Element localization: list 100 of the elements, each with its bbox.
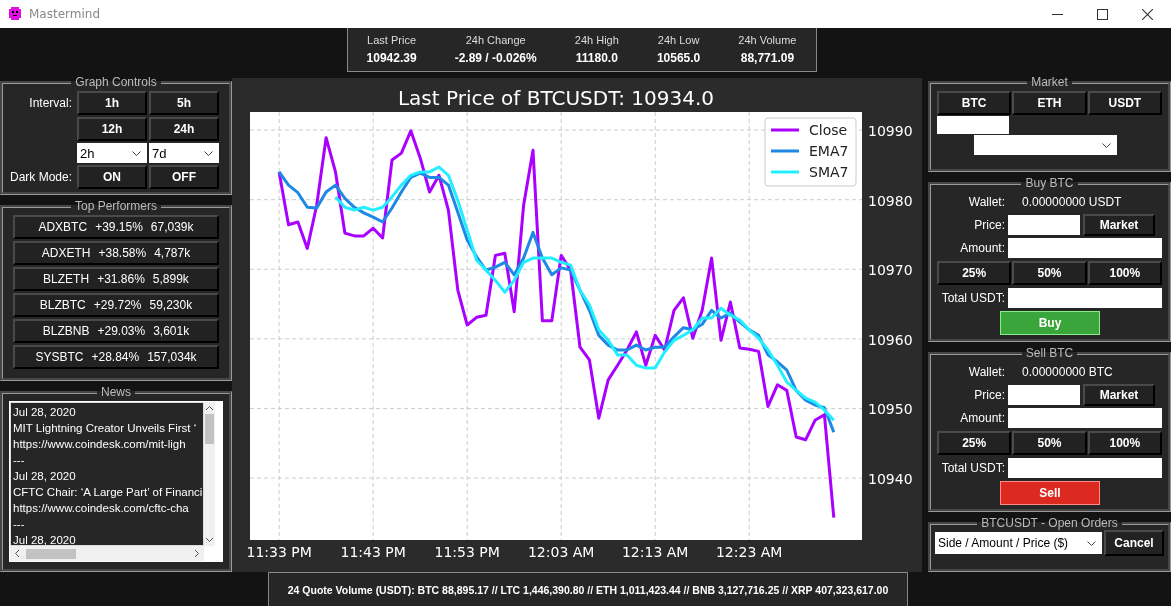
amount-field[interactable] — [1008, 408, 1162, 428]
x-tick-label: 12:13 AM — [621, 544, 689, 560]
panel-title: Buy BTC — [1024, 176, 1075, 190]
interval-button[interactable]: 1h — [77, 91, 147, 115]
chart-title: Last Price of BTCUSDT: 10934.0 — [397, 86, 715, 110]
window-title: Mastermind — [29, 7, 100, 21]
price-label: Price: — [973, 218, 1005, 232]
news-line: Jul 28, 2020 — [13, 533, 77, 545]
wallet-value: 0.00000000 BTC — [1022, 365, 1113, 379]
app-icon — [7, 6, 23, 22]
stat-value: -2.89 / -0.026% — [454, 51, 537, 65]
dark-mode-button[interactable]: ON — [77, 165, 147, 189]
trade-button[interactable]: Sell — [1000, 481, 1100, 505]
caret-icon — [132, 150, 141, 156]
dropdown-field[interactable]: 7d — [149, 143, 219, 163]
caret-icon — [204, 150, 213, 156]
x-tick-label: 12:23 AM — [715, 544, 783, 560]
cancel-button[interactable]: Cancel — [1104, 530, 1164, 556]
performer-button[interactable]: BLZETH +31.86% 5,899k — [13, 267, 219, 291]
legend-label: Close — [809, 122, 848, 138]
percent-button[interactable]: 100% — [1087, 431, 1162, 455]
total-label: Total USDT: — [940, 461, 1005, 475]
price-field[interactable] — [1008, 215, 1080, 235]
price-field[interactable] — [1008, 385, 1080, 405]
x-tick-label: 11:53 PM — [434, 544, 500, 560]
panel-title: Sell BTC — [1024, 346, 1075, 360]
scroll-down-icon[interactable] — [205, 537, 214, 543]
panel-title: BTCUSDT - Open Orders — [980, 516, 1119, 530]
market-price-button[interactable]: Market — [1083, 384, 1155, 406]
amount-label: Amount: — [959, 411, 1005, 425]
currency-button[interactable]: ETH — [1012, 91, 1087, 115]
status-text: 24 Quote Volume (USDT): BTC 88,895.17 // LTC 1,446,390.80 // ETH 1,011,423.44 // BNB 3,127,716.25 // XRP 407,323,617.00 — [287, 583, 889, 596]
performer-button[interactable]: SYSBTC +28.84% 157,034k — [13, 345, 219, 369]
y-tick-label: 10990 — [868, 123, 913, 140]
dropdown-field[interactable] — [974, 135, 1117, 155]
interval-button[interactable]: 24h — [149, 117, 219, 141]
panel-title: Graph Controls — [74, 75, 158, 89]
legend-swatch — [771, 149, 799, 153]
panel-title: Top Performers — [74, 199, 158, 213]
stat-label: 24h High — [574, 34, 619, 46]
news-line: MIT Lightning Creator Unveils First ‘ — [13, 421, 198, 436]
currency-button[interactable]: USDT — [1087, 91, 1162, 115]
dark-mode-button[interactable]: OFF — [149, 165, 219, 189]
news-line: https://www.coindesk.com/mit-ligh — [13, 437, 187, 452]
total-field[interactable] — [1008, 288, 1162, 308]
x-tick-label: 11:43 PM — [340, 544, 406, 560]
interval-button[interactable]: 5h — [149, 91, 219, 115]
y-tick-label: 10980 — [868, 192, 913, 209]
legend-swatch — [771, 128, 799, 132]
vertical-scrollbar[interactable] — [204, 402, 215, 546]
horizontal-scrollbar[interactable] — [10, 546, 204, 561]
performer-button[interactable]: ADXBTC +39.15% 67,039k — [13, 215, 219, 239]
percent-button[interactable]: 50% — [1012, 261, 1087, 285]
stat-label: Last Price — [367, 34, 416, 46]
x-tick-label: 12:03 AM — [527, 544, 595, 560]
amount-field[interactable] — [1008, 238, 1162, 258]
stat-label: 24h Change — [465, 34, 526, 46]
news-line: CFTC Chair: ‘A Large Part’ of Financi — [13, 485, 201, 500]
caret-icon — [1087, 540, 1096, 546]
interval-button[interactable]: 12h — [77, 117, 147, 141]
y-tick-label: 10960 — [868, 331, 913, 348]
percent-button[interactable]: 25% — [937, 261, 1012, 285]
legend-label: SMA7 — [809, 164, 849, 180]
total-field[interactable] — [1008, 458, 1162, 478]
x-tick-label: 11:33 PM — [246, 544, 312, 560]
wallet-value: 0.00000000 USDT — [1022, 195, 1122, 209]
scroll-up-icon[interactable] — [205, 405, 214, 411]
stat-value: 88,771.09 — [740, 51, 795, 65]
caret-icon — [1102, 142, 1111, 148]
performer-button[interactable]: BLZBTC +29.72% 59,230k — [13, 293, 219, 317]
close-icon[interactable] — [1142, 8, 1153, 20]
total-label: Total USDT: — [940, 291, 1005, 305]
amount-label: Amount: — [959, 241, 1005, 255]
orders-dropdown[interactable]: Side / Amount / Price ($) — [935, 532, 1102, 554]
legend-swatch — [771, 170, 799, 174]
input-field[interactable] — [937, 116, 1009, 134]
performer-button[interactable]: BLZBNB +29.03% 3,601k — [13, 319, 219, 343]
percent-button[interactable]: 50% — [1012, 431, 1087, 455]
stat-value: 10565.0 — [656, 51, 701, 65]
scrollbar-thumb[interactable] — [26, 548, 76, 559]
dropdown-field[interactable]: 2h — [77, 143, 147, 163]
maximize-icon[interactable] — [1097, 8, 1108, 20]
market-price-button[interactable]: Market — [1083, 214, 1155, 236]
scroll-right-icon[interactable] — [194, 549, 200, 558]
news-line: --- — [13, 453, 26, 468]
performer-button[interactable]: ADXETH +38.58% 4,787k — [13, 241, 219, 265]
scrollbar-thumb[interactable] — [205, 414, 214, 444]
stat-value: 11180.0 — [575, 51, 618, 65]
percent-button[interactable]: 100% — [1087, 261, 1162, 285]
scroll-left-icon[interactable] — [14, 549, 20, 558]
interval-label: Interval: — [28, 96, 73, 110]
price-label: Price: — [973, 388, 1005, 402]
currency-button[interactable]: BTC — [937, 91, 1012, 115]
news-line: --- — [13, 517, 26, 532]
news-line: Jul 28, 2020 — [13, 469, 77, 484]
wallet-label: Wallet: — [967, 365, 1005, 379]
y-tick-label: 10970 — [868, 262, 913, 279]
panel-title: Market — [1030, 75, 1069, 89]
percent-button[interactable]: 25% — [937, 431, 1012, 455]
stat-value: 10942.39 — [366, 51, 417, 65]
